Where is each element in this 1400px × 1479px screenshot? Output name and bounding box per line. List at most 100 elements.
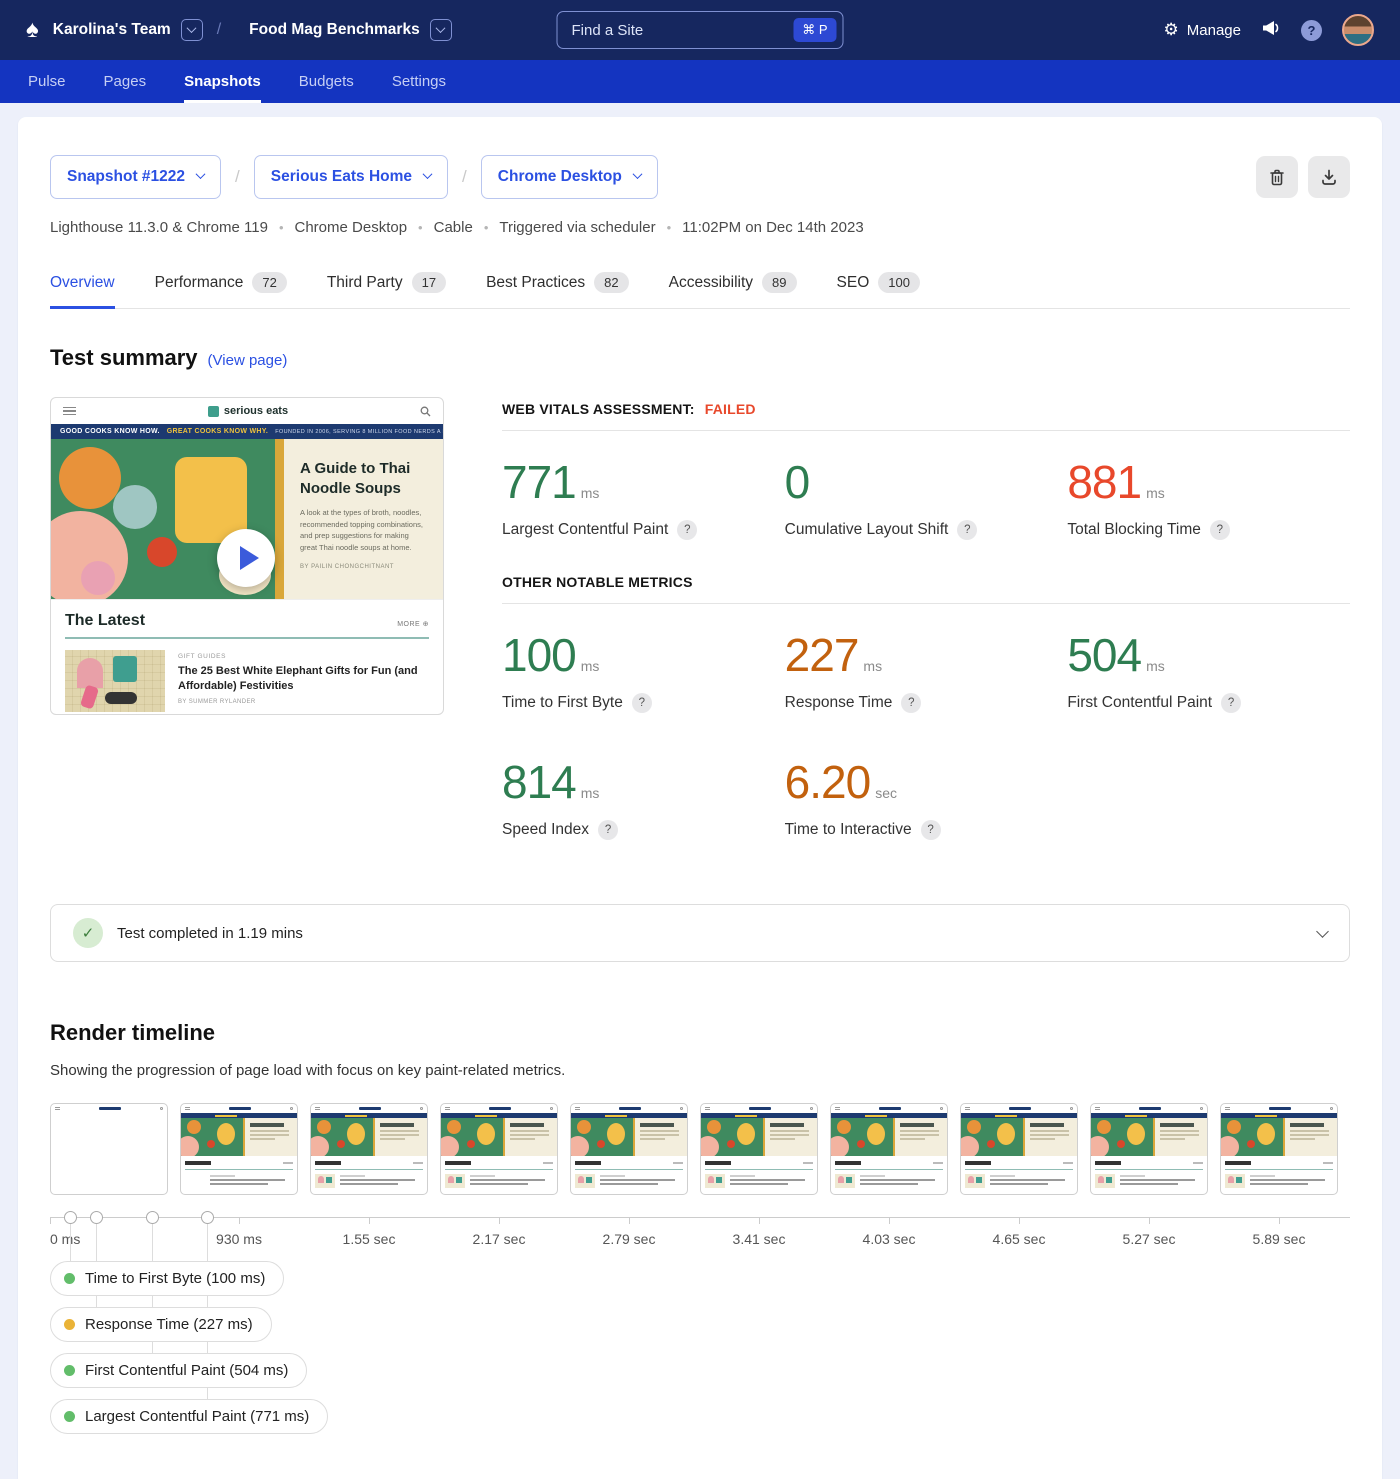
hamburger-menu-icon [63,407,76,416]
axis-tick-label: 930 ms [216,1231,262,1247]
axis-tick [1019,1217,1020,1224]
tab-accessibility[interactable]: Accessibility 89 [669,262,797,309]
snapshot-select[interactable]: Snapshot #1222 [50,155,221,199]
site-dropdown-button[interactable] [430,19,452,41]
announcements-button[interactable] [1261,20,1281,41]
nav-item-budgets[interactable]: Budgets [299,60,354,103]
render-timeline-axis: Time to First Byte (100 ms) Response Tim… [50,1209,1350,1449]
test-summary-header: Test summary (View page) [50,345,1350,371]
tab-best-practices[interactable]: Best Practices 82 [486,262,629,309]
frame-header [51,1104,167,1113]
megaphone-icon [1261,20,1281,36]
manage-button[interactable]: ⚙ Manage [1164,20,1241,40]
toolbar-actions [1256,156,1350,198]
frame-header [701,1104,817,1113]
tab-label: Performance [155,274,244,292]
axis-tick [499,1217,500,1224]
web-vitals-heading: WEB VITALS ASSESSMENT: FAILED [502,401,1350,431]
metric-first-contentful-paint: 504ms First Contentful Paint ? [1067,628,1350,713]
delete-snapshot-button[interactable] [1256,156,1298,198]
metric-value: 0 [785,455,1068,509]
help-tooltip-icon[interactable]: ? [677,520,697,540]
tab-overview[interactable]: Overview [50,262,115,309]
preview-hero-spine [275,439,284,599]
timeline-marker-dot[interactable] [90,1211,103,1224]
axis-tick-label: 4.65 sec [993,1231,1046,1247]
play-video-button[interactable] [217,529,275,587]
help-tooltip-icon[interactable]: ? [632,693,652,713]
help-button[interactable]: ? [1301,20,1322,41]
view-page-link[interactable]: (View page) [208,352,288,369]
timeline-marker-dot[interactable] [64,1211,77,1224]
axis-tick-label: 2.17 sec [473,1231,526,1247]
help-tooltip-icon[interactable]: ? [598,820,618,840]
search-placeholder: Find a Site [572,22,794,39]
help-tooltip-icon[interactable]: ? [921,820,941,840]
timeline-marker-dot[interactable] [201,1211,214,1224]
metric-label: Time to First Byte [502,694,623,712]
preview-article-byline: BY SUMMER RYLANDER [178,699,429,705]
test-completed-expander[interactable]: ✓ Test completed in 1.19 mins [50,904,1350,962]
gear-icon: ⚙ [1164,20,1179,40]
snapshot-toolbar: Snapshot #1222 / Serious Eats Home / Chr… [50,155,1350,199]
report-tabs: Overview Performance 72 Third Party 17 B… [50,262,1350,309]
find-site-search-input[interactable]: Find a Site ⌘ P [557,11,844,49]
meta-item: Chrome Desktop [295,219,408,236]
site-name[interactable]: Food Mag Benchmarks [249,21,420,39]
preview-article: GIFT GUIDES The 25 Best White Elephant G… [51,639,443,712]
axis-tick-label: 5.27 sec [1123,1231,1176,1247]
nav-item-pulse[interactable]: Pulse [28,60,66,103]
tab-label: Third Party [327,274,403,292]
filmstrip-frame [1090,1103,1208,1195]
page-select[interactable]: Serious Eats Home [254,155,448,199]
filmstrip-frame [440,1103,558,1195]
filmstrip-frame [180,1103,298,1195]
marker-pill-label: Response Time (227 ms) [85,1316,253,1333]
test-completed-text: Test completed in 1.19 mins [117,925,303,942]
timeline-marker-dot[interactable] [146,1211,159,1224]
nav-item-settings[interactable]: Settings [392,60,446,103]
download-snapshot-button[interactable] [1308,156,1350,198]
download-icon [1320,168,1338,187]
tab-performance[interactable]: Performance 72 [155,262,287,309]
filmstrip-frame [570,1103,688,1195]
team-name[interactable]: Karolina's Team [53,21,171,39]
meta-item: Cable [434,219,473,236]
tab-third-party[interactable]: Third Party 17 [327,262,446,309]
metric-value: 771ms [502,455,785,509]
nav-item-label: Pages [104,73,147,90]
axis-tick-label: 2.79 sec [603,1231,656,1247]
tab-score-badge: 100 [878,272,920,293]
axis-tick [239,1217,240,1224]
preview-hero-byline: BY PAILIN CHONGCHITNANT [300,564,427,570]
meta-separator: • [484,220,489,235]
help-tooltip-icon[interactable]: ? [1221,693,1241,713]
timeline-marker-pill: First Contentful Paint (504 ms) [50,1353,307,1388]
profile-select[interactable]: Chrome Desktop [481,155,658,199]
metric-value: 504ms [1067,628,1350,682]
app-logo-spade-icon[interactable]: ♠ [26,18,39,42]
preview-hero-copy: A Guide to Thai Noodle Soups A look at t… [284,439,443,599]
metric-cumulative-layout-shift: 0 Cumulative Layout Shift ? [785,455,1068,540]
help-tooltip-icon[interactable]: ? [957,520,977,540]
axis-tick [50,1217,51,1224]
help-tooltip-icon[interactable]: ? [1210,520,1230,540]
nav-item-snapshots[interactable]: Snapshots [184,60,261,103]
chevron-down-icon [423,169,433,179]
play-icon [240,546,259,570]
team-dropdown-button[interactable] [181,19,203,41]
chevron-down-icon [1316,925,1329,938]
tab-seo[interactable]: SEO 100 [837,262,920,309]
user-avatar[interactable] [1342,14,1374,46]
timeline-axis-line [50,1217,1350,1218]
nav-item-pages[interactable]: Pages [104,60,147,103]
meta-item: 11:02PM on Dec 14th 2023 [682,219,864,236]
preview-latest-heading: The Latest [65,612,429,639]
preview-tagline-bar: GOOD COOKS KNOW HOW. GREAT COOKS KNOW WH… [51,424,443,439]
metric-value: 100ms [502,628,785,682]
metric-total-blocking-time: 881ms Total Blocking Time ? [1067,455,1350,540]
filmstrip-frame [1220,1103,1338,1195]
marker-pill-label: First Contentful Paint (504 ms) [85,1362,288,1379]
help-tooltip-icon[interactable]: ? [901,693,921,713]
axis-tick-label: 0 ms [50,1231,80,1247]
